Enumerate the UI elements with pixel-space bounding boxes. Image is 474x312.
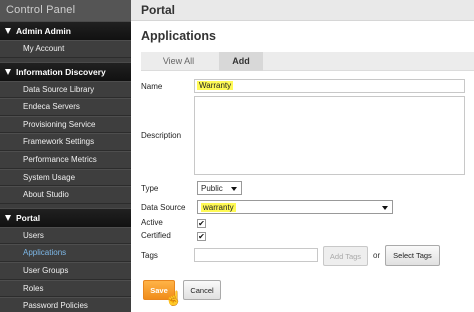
tab-view-all[interactable]: View All (141, 52, 216, 71)
description-field[interactable] (194, 96, 465, 175)
active-checkbox[interactable]: ✔ (197, 219, 206, 228)
chevron-down-icon (231, 187, 237, 191)
sidebar-item-about-studio[interactable]: About Studio (0, 186, 131, 204)
certified-label: Certified (141, 231, 171, 240)
or-text: or (373, 251, 381, 260)
sidebar-section-label: Portal (16, 212, 41, 223)
cancel-button[interactable]: Cancel (183, 280, 221, 300)
sidebar-item-data-source-library[interactable]: Data Source Library (0, 80, 131, 99)
sidebar-item-user-groups[interactable]: User Groups (0, 261, 131, 280)
tab-add[interactable]: Add (219, 52, 263, 71)
sidebar-section-label: Admin Admin (16, 26, 71, 36)
sidebar-section-portal[interactable]: Portal (0, 207, 131, 227)
name-field[interactable]: Warranty (194, 79, 465, 93)
description-label: Description (141, 131, 182, 140)
sidebar-item-users[interactable]: Users (0, 226, 131, 245)
name-label: Name (141, 82, 163, 91)
select-tags-button[interactable]: Select Tags (385, 245, 440, 266)
type-value: Public (201, 184, 223, 193)
sidebar-item-roles[interactable]: Roles (0, 279, 131, 298)
tab-bar: View All Add (141, 52, 474, 71)
control-panel-title: Control Panel (0, 0, 131, 21)
tags-label: Tags (141, 251, 158, 260)
sidebar-section-admin[interactable]: Admin Admin (0, 21, 131, 40)
sidebar-section-information-discovery[interactable]: Information Discovery (0, 61, 131, 81)
page-title: Applications (141, 29, 217, 43)
certified-checkbox[interactable]: ✔ (197, 232, 206, 241)
sidebar-item-applications[interactable]: Applications (0, 244, 131, 262)
data-source-select[interactable]: warranty (197, 200, 393, 214)
type-select[interactable]: Public (197, 181, 242, 195)
sidebar-item-system-usage[interactable]: System Usage (0, 168, 131, 187)
data-source-value: warranty (201, 203, 236, 212)
sidebar-item-performance-metrics[interactable]: Performance Metrics (0, 150, 131, 169)
type-label: Type (141, 184, 159, 193)
portal-header: Portal (131, 0, 474, 21)
chevron-down-icon (382, 206, 388, 210)
triangle-down-icon (5, 68, 11, 75)
sidebar-item-provisioning-service[interactable]: Provisioning Service (0, 115, 131, 134)
sidebar-item-my-account[interactable]: My Account (0, 40, 131, 58)
hand-cursor-icon: ☝ (165, 290, 183, 306)
active-label: Active (141, 218, 163, 227)
sidebar-item-framework-settings[interactable]: Framework Settings (0, 133, 131, 151)
add-tags-button[interactable]: Add Tags (323, 246, 368, 266)
sidebar-item-endeca-servers[interactable]: Endeca Servers (0, 98, 131, 116)
data-source-label: Data Source (141, 203, 186, 212)
tags-input[interactable] (194, 248, 318, 262)
sidebar-item-password-policies[interactable]: Password Policies (0, 297, 131, 312)
control-panel-sidebar: Control Panel Admin Admin My Account Inf… (0, 0, 131, 312)
main-content: Portal Applications View All Add Name Wa… (131, 0, 474, 312)
name-value: Warranty (197, 81, 234, 90)
triangle-down-icon (5, 214, 11, 221)
sidebar-section-label: Information Discovery (16, 66, 106, 77)
triangle-down-icon (5, 28, 11, 34)
